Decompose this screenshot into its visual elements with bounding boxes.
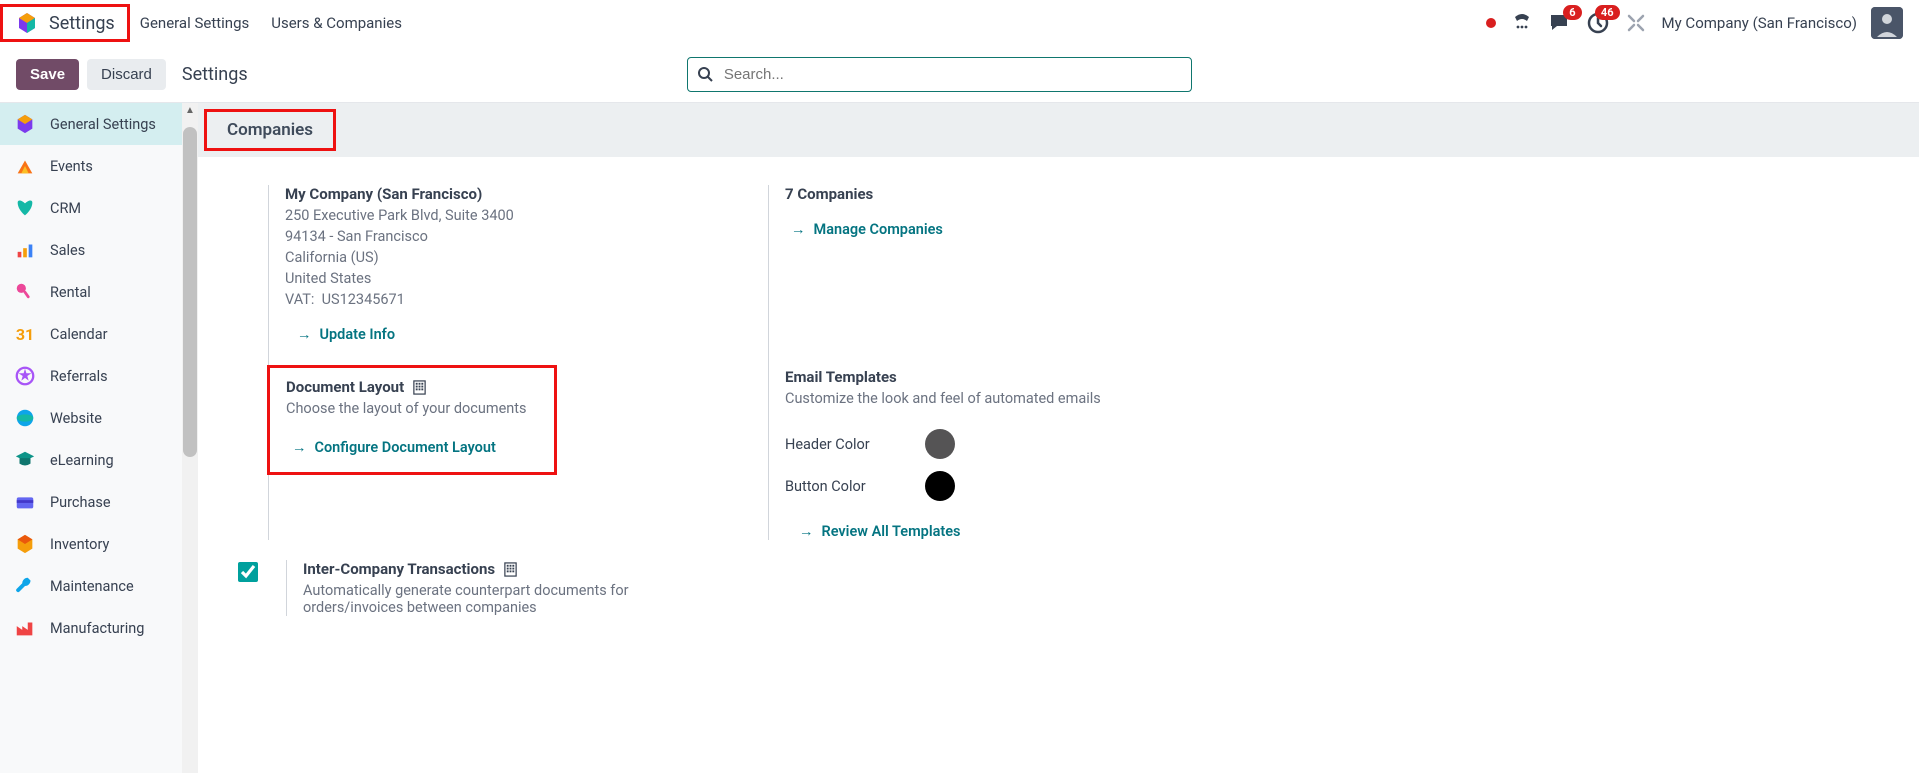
company-selector[interactable]: My Company (San Francisco) [1662, 14, 1857, 32]
sidebar-item-website[interactable]: Website [0, 397, 182, 439]
update-info-link[interactable]: → Update Info [297, 326, 748, 343]
sidebar-item-label: Calendar [50, 326, 108, 343]
referrals-icon [14, 365, 36, 387]
email-templates-title: Email Templates [785, 368, 1248, 386]
sidebar-item-manufacturing[interactable]: Manufacturing [0, 607, 182, 649]
scroll-thumb[interactable] [183, 127, 197, 457]
sidebar-item-calendar[interactable]: 31 Calendar [0, 313, 182, 355]
search-input[interactable] [687, 57, 1192, 92]
settings-sidebar: General Settings Events CRM Sales Rental… [0, 103, 182, 773]
purchase-icon [14, 491, 36, 513]
settings-brand[interactable]: Settings [0, 4, 130, 42]
header-color-swatch[interactable] [925, 429, 955, 459]
company-vat: VAT: US12345671 [285, 291, 748, 308]
sidebar-item-label: Purchase [50, 494, 111, 511]
elearning-icon [14, 449, 36, 471]
arrow-right-icon: → [297, 326, 312, 343]
building-icon [412, 380, 427, 395]
app-logo-icon [15, 11, 39, 35]
phone-icon[interactable] [1510, 11, 1534, 35]
company-address-line: United States [285, 270, 748, 287]
arrow-right-icon: → [799, 523, 814, 540]
menu-general-settings[interactable]: General Settings [140, 14, 250, 32]
document-layout-block: Document Layout Choose the layout of you… [267, 365, 557, 475]
company-address-line: 94134 - San Francisco [285, 228, 748, 245]
website-icon [14, 407, 36, 429]
manage-companies-link[interactable]: → Manage Companies [791, 221, 1248, 238]
maintenance-icon [14, 575, 36, 597]
scroll-up-icon[interactable]: ▲ [182, 103, 198, 117]
sidebar-item-label: Inventory [50, 536, 109, 553]
email-templates-desc: Customize the look and feel of automated… [785, 390, 1248, 407]
status-dot-icon [1486, 18, 1496, 28]
sidebar-item-sales[interactable]: Sales [0, 229, 182, 271]
company-name: My Company (San Francisco) [285, 185, 748, 203]
tools-icon[interactable] [1624, 11, 1648, 35]
review-all-templates-link[interactable]: → Review All Templates [799, 523, 1248, 540]
button-color-swatch[interactable] [925, 471, 955, 501]
intercompany-title: Inter-Company Transactions [303, 560, 495, 578]
sidebar-item-label: Sales [50, 242, 85, 259]
configure-document-layout-link[interactable]: → Configure Document Layout [292, 439, 538, 456]
manufacturing-icon [14, 617, 36, 639]
messages-icon[interactable]: 6 [1548, 11, 1572, 35]
sidebar-item-label: CRM [50, 200, 81, 217]
sidebar-item-crm[interactable]: CRM [0, 187, 182, 229]
section-companies-heading: Companies [204, 109, 336, 151]
sidebar-item-general-settings[interactable]: General Settings [0, 103, 182, 145]
sidebar-item-label: Manufacturing [50, 620, 144, 637]
document-layout-desc: Choose the layout of your documents [286, 400, 538, 417]
rental-icon [14, 281, 36, 303]
button-color-label: Button Color [785, 478, 875, 495]
save-button[interactable]: Save [16, 59, 79, 90]
companies-count: 7 Companies [785, 185, 1248, 203]
activities-icon[interactable]: 46 [1586, 11, 1610, 35]
sidebar-item-referrals[interactable]: Referrals [0, 355, 182, 397]
sales-icon [14, 239, 36, 261]
sidebar-item-label: Events [50, 158, 93, 175]
intercompany-checkbox[interactable] [238, 562, 258, 582]
sidebar-item-events[interactable]: Events [0, 145, 182, 187]
sidebar-item-label: Website [50, 410, 102, 427]
intercompany-desc: Automatically generate counterpart docum… [303, 582, 633, 616]
activities-badge: 46 [1595, 5, 1620, 20]
arrow-right-icon: → [292, 439, 307, 456]
sidebar-item-elearning[interactable]: eLearning [0, 439, 182, 481]
breadcrumb: Settings [182, 64, 248, 85]
messages-badge: 6 [1563, 5, 1581, 20]
sidebar-item-inventory[interactable]: Inventory [0, 523, 182, 565]
building-icon [503, 562, 518, 577]
menu-users-companies[interactable]: Users & Companies [271, 14, 402, 32]
company-address-line: 250 Executive Park Blvd, Suite 3400 [285, 207, 748, 224]
sidebar-item-label: eLearning [50, 452, 114, 469]
sidebar-item-rental[interactable]: Rental [0, 271, 182, 313]
search-icon [697, 66, 713, 82]
inventory-icon [14, 533, 36, 555]
arrow-right-icon: → [791, 221, 806, 238]
sidebar-scrollbar[interactable]: ▲ [182, 103, 198, 773]
discard-button[interactable]: Discard [87, 59, 166, 90]
crm-icon [14, 197, 36, 219]
sidebar-item-purchase[interactable]: Purchase [0, 481, 182, 523]
sidebar-item-maintenance[interactable]: Maintenance [0, 565, 182, 607]
sidebar-item-label: General Settings [50, 116, 156, 133]
events-icon [14, 155, 36, 177]
sidebar-item-label: Referrals [50, 368, 108, 385]
general-settings-icon [14, 113, 36, 135]
calendar-icon: 31 [14, 323, 36, 345]
header-color-label: Header Color [785, 436, 875, 453]
sidebar-item-label: Rental [50, 284, 91, 301]
app-title: Settings [49, 13, 115, 34]
sidebar-item-label: Maintenance [50, 578, 134, 595]
user-avatar[interactable] [1871, 7, 1903, 39]
company-address-line: California (US) [285, 249, 748, 266]
document-layout-title: Document Layout [286, 378, 404, 396]
